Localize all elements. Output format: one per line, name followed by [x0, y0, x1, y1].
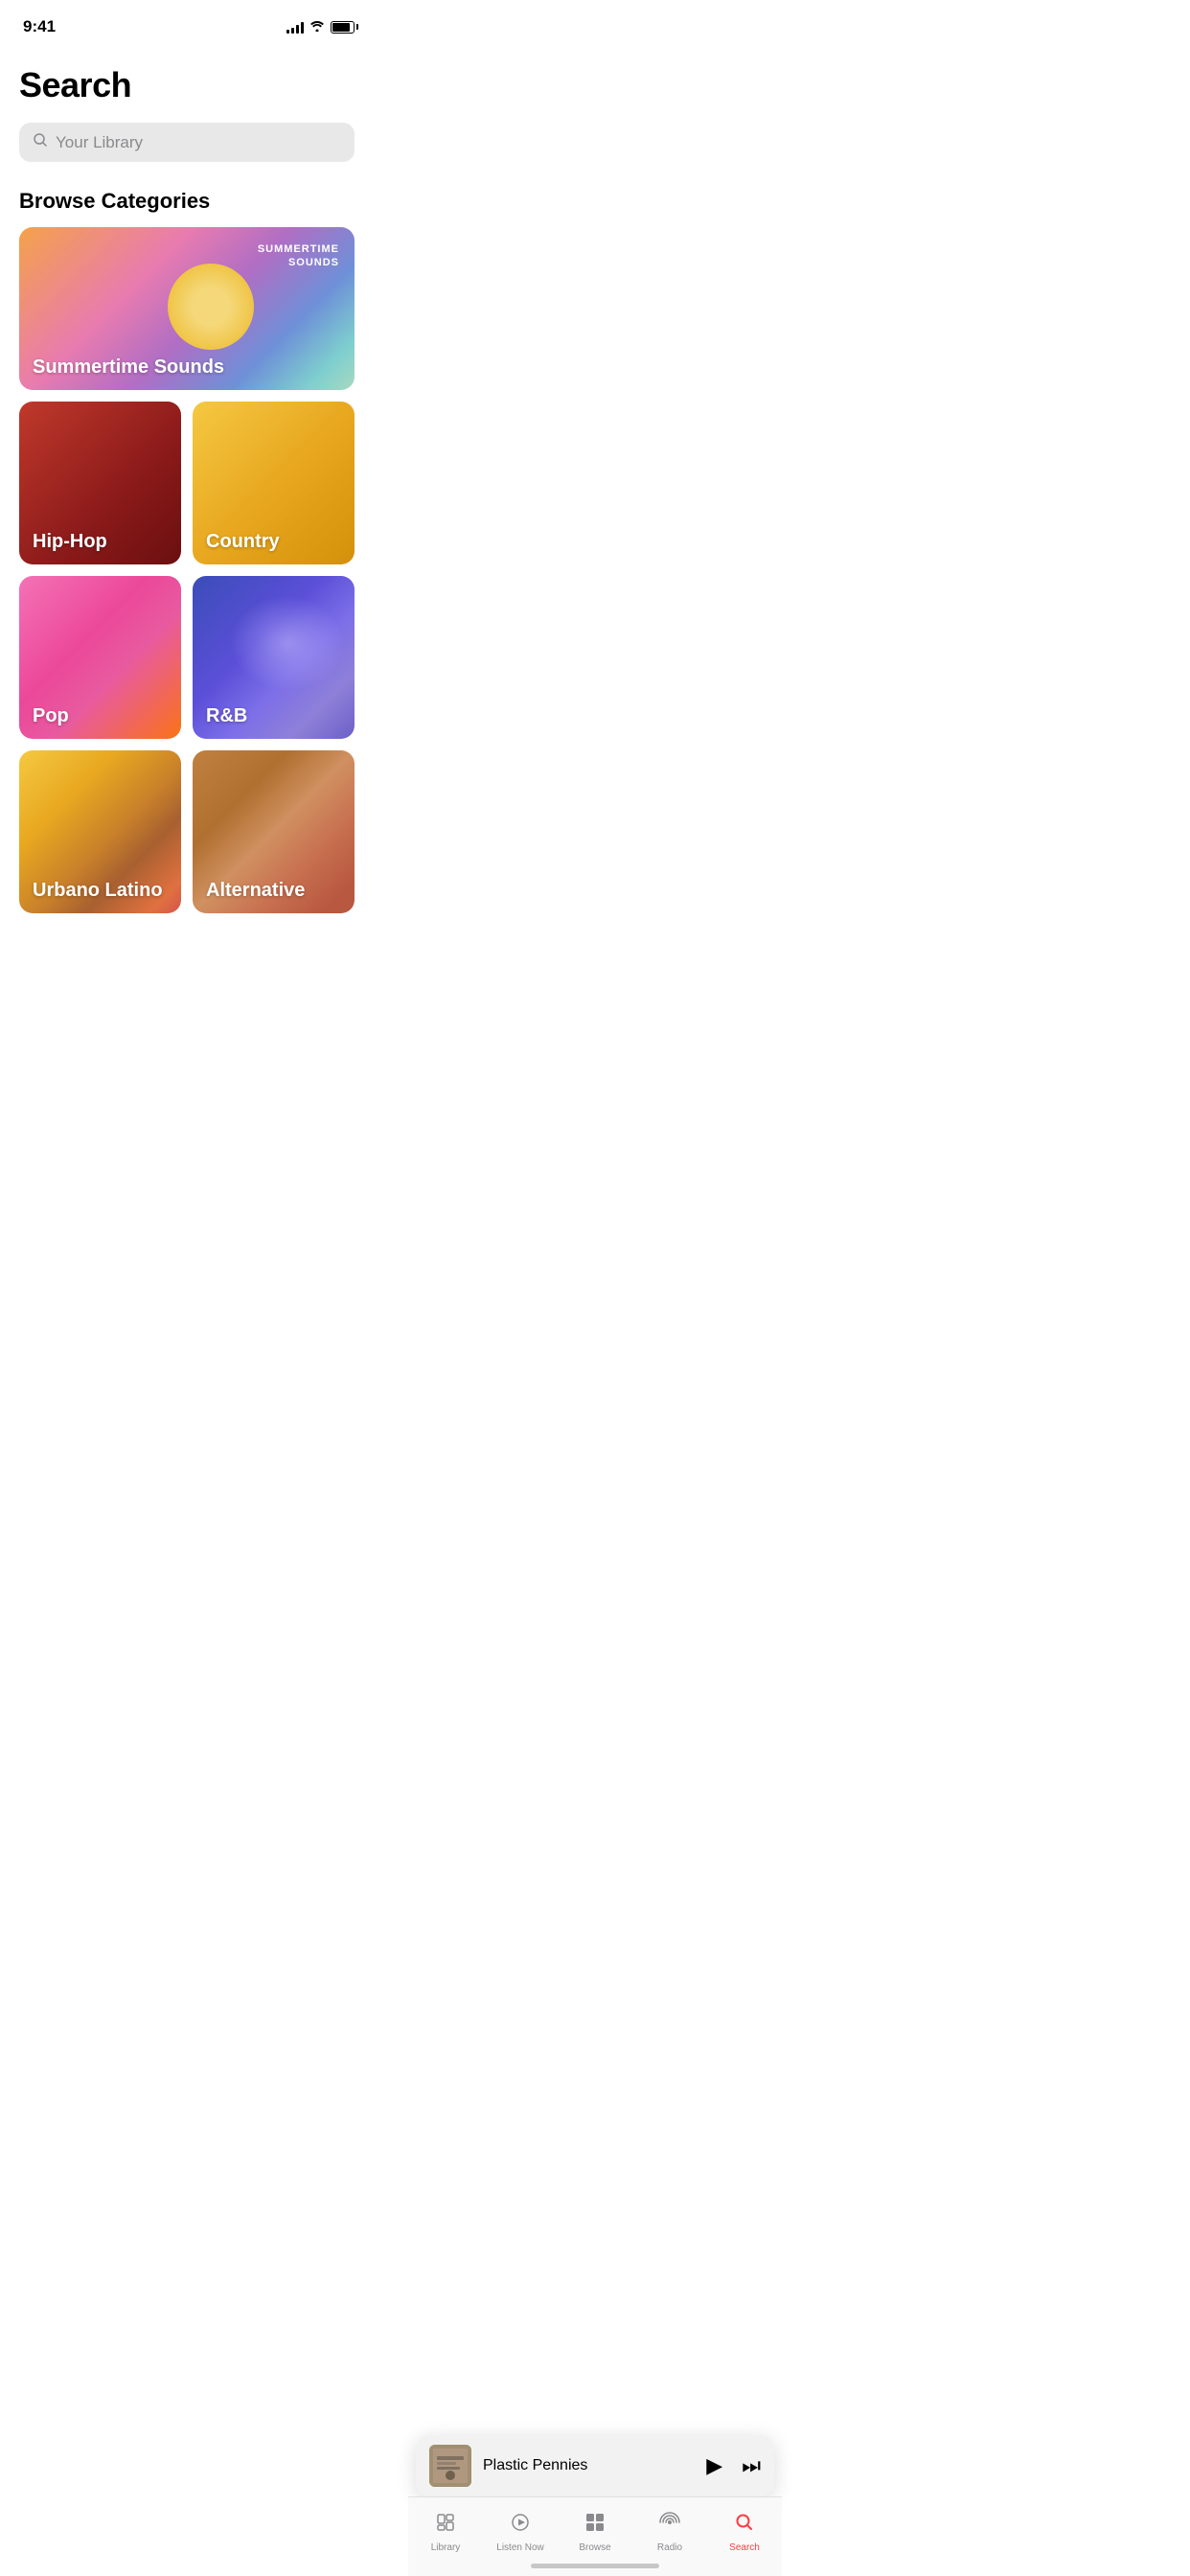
status-time: 9:41 [23, 17, 56, 36]
category-alternative[interactable]: Alternative [193, 750, 355, 913]
category-country[interactable]: Country [193, 402, 355, 564]
status-icons [286, 19, 355, 34]
browse-icon [583, 2510, 607, 2540]
tab-radio[interactable]: Radio [641, 2510, 698, 2553]
tab-listen-now-label: Listen Now [496, 2542, 543, 2553]
category-row-1: Hip-Hop Country [19, 402, 355, 564]
search-bar-placeholder: Your Library [56, 133, 143, 152]
tab-library[interactable]: Library [417, 2510, 474, 2553]
signal-icon [286, 20, 304, 34]
tab-radio-label: Radio [657, 2542, 682, 2553]
category-label-hiphop: Hip-Hop [33, 531, 107, 553]
mini-player-artwork [429, 2445, 471, 2487]
listen-now-icon [508, 2510, 533, 2540]
tab-library-label: Library [431, 2542, 461, 2553]
category-label-country: Country [206, 531, 280, 553]
category-pop[interactable]: Pop [19, 576, 181, 739]
category-label-pop: Pop [33, 705, 69, 727]
tab-listen-now[interactable]: Listen Now [492, 2510, 549, 2553]
tab-search[interactable]: Search [716, 2510, 773, 2553]
page-title: Search [19, 65, 355, 105]
browse-categories-section: Browse Categories SUMMERTIMESOUNDS Summe… [19, 189, 355, 913]
category-summertime-sounds[interactable]: SUMMERTIMESOUNDS Summertime Sounds [19, 227, 355, 390]
search-bar[interactable]: Your Library [19, 123, 355, 162]
categories-grid: SUMMERTIMESOUNDS Summertime Sounds Hip-H… [19, 227, 355, 913]
search-tab-icon [732, 2510, 757, 2540]
mini-player[interactable]: Plastic Pennies ▶ ⏭ [416, 2435, 774, 2496]
tab-browse-label: Browse [579, 2542, 610, 2553]
category-label-summertime: Summertime Sounds [33, 356, 224, 379]
category-rnb[interactable]: R&B [193, 576, 355, 739]
category-hip-hop[interactable]: Hip-Hop [19, 402, 181, 564]
mini-player-title: Plastic Pennies [483, 2457, 695, 2474]
category-label-alternative: Alternative [206, 880, 305, 902]
battery-icon [331, 21, 355, 34]
browse-categories-title: Browse Categories [19, 189, 355, 214]
rnb-blob-decoration [230, 595, 345, 691]
category-label-urbano: Urbano Latino [33, 880, 163, 902]
status-bar: 9:41 [0, 0, 374, 46]
wifi-icon [309, 19, 325, 34]
main-content: Search Your Library Browse Categories SU… [0, 46, 374, 1067]
radio-icon [657, 2510, 682, 2540]
home-indicator [531, 2564, 659, 2568]
library-icon [433, 2510, 458, 2540]
mini-player-play-button[interactable]: ▶ [706, 2453, 722, 2478]
tab-browse[interactable]: Browse [566, 2510, 624, 2553]
category-row-3: Urbano Latino Alternative [19, 750, 355, 913]
summertime-sun-decoration [168, 264, 254, 350]
mini-player-forward-button[interactable]: ⏭ [742, 2453, 761, 2478]
search-bar-icon [33, 132, 48, 152]
category-label-rnb: R&B [206, 705, 247, 727]
category-urbano-latino[interactable]: Urbano Latino [19, 750, 181, 913]
category-row-2: Pop R&B [19, 576, 355, 739]
mini-player-controls: ▶ ⏭ [706, 2453, 761, 2478]
tab-search-label: Search [729, 2542, 760, 2553]
summertime-brand-text: SUMMERTIMESOUNDS [258, 242, 339, 270]
